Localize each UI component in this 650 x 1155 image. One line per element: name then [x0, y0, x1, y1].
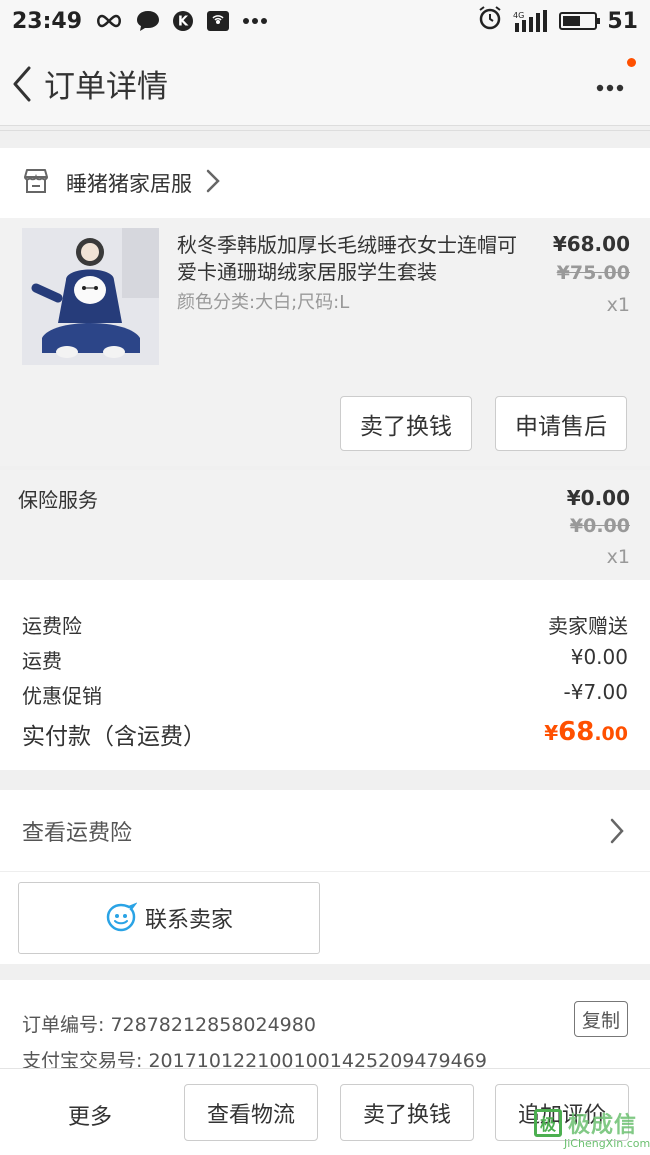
discount-label: 优惠促销: [22, 684, 102, 708]
total-row: 实付款（含运费） ¥68.00: [22, 717, 628, 751]
watermark-logo: 极: [534, 1109, 562, 1137]
svg-text:K: K: [178, 15, 189, 30]
smiley-chat-icon: [105, 902, 137, 934]
watermark-text: 极成信: [568, 1113, 638, 1138]
page-title: 订单详情: [44, 69, 168, 105]
divider: [0, 130, 650, 131]
battery-fill: [563, 16, 581, 26]
product-price: ¥68.00: [552, 232, 630, 256]
contact-seller-label: 联系卖家: [144, 908, 233, 933]
order-number: 订单编号: 728782128580249​80: [22, 1014, 316, 1036]
shipping-insurance-label: 运费险: [22, 614, 82, 638]
signal-icon: 4G: [513, 9, 549, 33]
network-type: 4G: [513, 11, 524, 20]
product-title[interactable]: 秋冬季韩版加厚长毛绒睡衣女士连帽可爱卡通珊瑚绒家居服学生套装: [177, 232, 517, 286]
total-label: 实付款（含运费）: [22, 724, 206, 750]
chevron-right-icon: [206, 169, 220, 197]
sell-for-cash-footer-button[interactable]: 卖了换钱: [340, 1084, 474, 1141]
total-currency: ¥: [544, 721, 559, 745]
more-actions-button[interactable]: 更多: [68, 1099, 112, 1131]
product-sku: 颜色分类:大白;尺码:L: [177, 292, 350, 313]
insurance-price: ¥0.00: [566, 486, 630, 510]
watermark-url: JiChengXin.com: [564, 1137, 650, 1150]
freight-insurance-label: 查看运费险: [22, 820, 133, 846]
chevron-right-icon: [610, 818, 624, 848]
after-sale-button[interactable]: 申请售后: [495, 396, 627, 451]
contact-seller-button[interactable]: 联系卖家: [18, 882, 320, 954]
k-app-icon: K: [172, 10, 194, 32]
nav-bar: 订单详情: [0, 42, 650, 126]
view-logistics-button[interactable]: 查看物流: [184, 1084, 318, 1141]
store-icon: [22, 168, 50, 198]
insurance-original-price: ¥0.00: [569, 515, 630, 537]
infinity-icon: [94, 13, 124, 29]
insurance-label: 保险服务: [18, 488, 98, 512]
battery-level: 51: [607, 8, 638, 34]
more-dots-icon: [596, 84, 624, 92]
notification-dot: [627, 58, 636, 67]
shop-row[interactable]: 睡猪猪家居服: [0, 148, 650, 218]
more-dots-icon: [242, 17, 268, 25]
status-time: 23:49: [12, 8, 83, 34]
site-watermark: 极 极成信 JiChengXin.com: [534, 1107, 650, 1151]
shipping-insurance-value: 卖家赠送: [548, 614, 628, 638]
sell-for-cash-button[interactable]: 卖了换钱: [340, 396, 472, 451]
discount-row: 优惠促销 -¥7.00: [22, 680, 628, 709]
wifi-hotspot-icon: [206, 10, 230, 32]
product-image[interactable]: [22, 228, 159, 365]
more-menu-button[interactable]: [596, 66, 624, 99]
order-info: 订单编号: 728782128580249​80 支付宝交易号: 2017101…: [0, 980, 650, 1072]
product-quantity: x1: [606, 294, 630, 316]
shipping-row: 运费 ¥0.00: [22, 645, 628, 674]
freight-insurance-row[interactable]: 查看运费险: [0, 790, 650, 872]
discount-value: -¥7.00: [563, 680, 628, 704]
copy-button[interactable]: 复制: [574, 1001, 628, 1037]
shop-name: 睡猪猪家居服: [66, 172, 192, 196]
shipping-value: ¥0.00: [570, 645, 628, 669]
product-original-price: ¥75.00: [556, 262, 630, 284]
back-button[interactable]: [2, 42, 42, 126]
total-value: ¥68.00: [544, 717, 628, 747]
chevron-left-icon: [13, 66, 31, 101]
shipping-label: 运费: [22, 649, 62, 673]
order-item[interactable]: 秋冬季韩版加厚长毛绒睡衣女士连帽可爱卡通珊瑚绒家居服学生套装 颜色分类:大白;尺…: [0, 218, 650, 466]
shipping-insurance-row: 运费险 卖家赠送: [22, 610, 628, 639]
total-int: 68: [558, 717, 595, 747]
fee-summary: 运费险 卖家赠送 运费 ¥0.00 优惠促销 -¥7.00 实付款（含运费） ¥…: [0, 580, 650, 770]
battery-icon: [559, 12, 601, 30]
total-dec: .00: [594, 723, 628, 745]
status-bar: 23:49 K 4G 51: [0, 0, 650, 42]
alarm-icon: [477, 5, 503, 37]
insurance-service-row: 保险服务 ¥0.00 ¥0.00 x1: [0, 470, 650, 580]
insurance-quantity: x1: [606, 546, 630, 568]
contact-section: 联系卖家: [0, 872, 650, 964]
chat-bubble-icon: [136, 10, 160, 32]
